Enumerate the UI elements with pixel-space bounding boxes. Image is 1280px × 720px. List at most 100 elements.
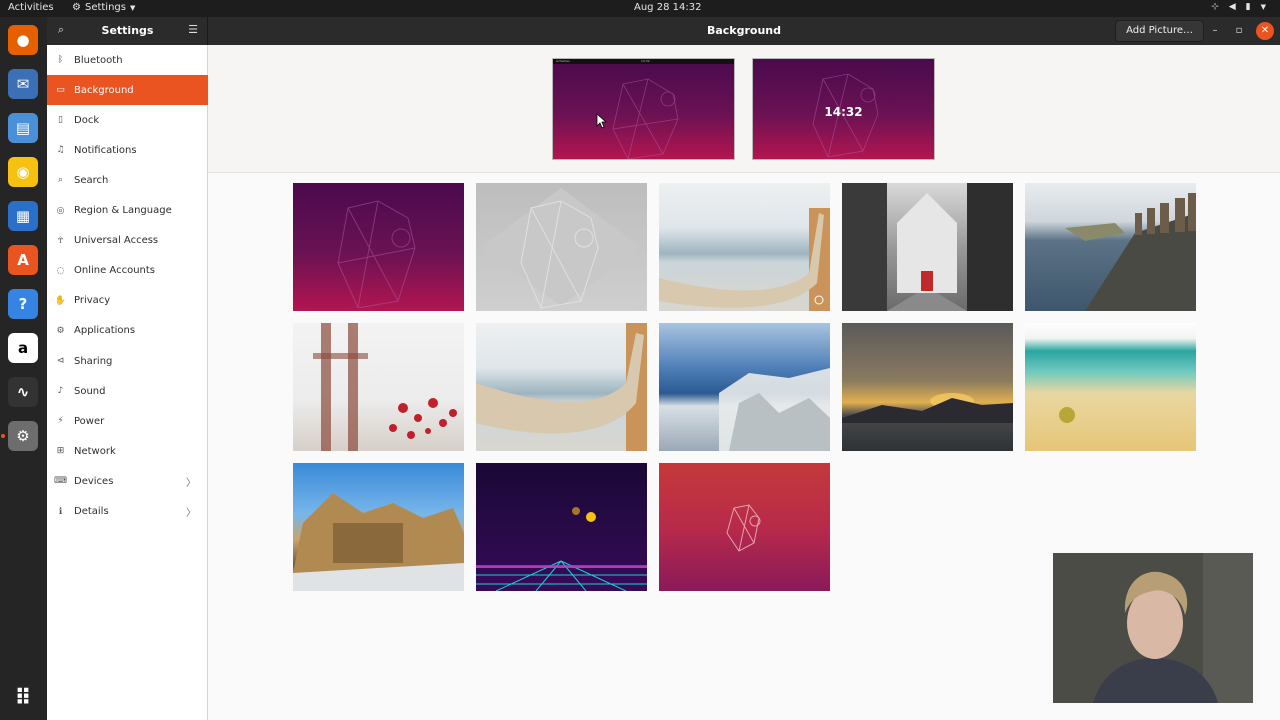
sidebar-item-label: Notifications [74,144,137,156]
amazon-icon[interactable]: a [8,333,38,363]
app-menu[interactable]: ⚙ Settings ▼ [72,2,135,13]
minimize-icon[interactable]: – [1206,22,1224,40]
wallpaper-ubuntu-purple[interactable] [293,183,464,311]
sidebar-item-icon: ⌨ [54,476,67,487]
preview-area: Activities 14:32 14:32 [208,45,1280,173]
wallpaper-retro-grid[interactable] [476,463,647,591]
chevron-down-icon: ▼ [129,3,136,12]
sidebar-item-icon: ℹ [58,506,63,517]
ubuntu-mascot-graphic [612,78,679,159]
sidebar-item-applications[interactable]: ⚙ Applications [47,316,208,346]
sidebar-item-icon: ⚙ [56,325,65,336]
sunset-graphic [842,393,1013,423]
sidebar-item-label: Details [74,506,109,517]
sidebar-item-icon: ◎ [56,205,65,216]
wallpaper-dean-village[interactable] [293,463,464,591]
sidebar-item-icon: ⊞ [56,446,65,457]
hamburger-menu-icon[interactable]: ☰ [185,23,201,39]
person-image [1053,553,1253,703]
church-graphic [842,183,1013,311]
sidebar-item-power[interactable]: ⚡ Power [47,406,208,436]
sidebar-item-network[interactable]: ⊞ Network [47,436,208,466]
sidebar-item-bluetooth[interactable]: ᛒ Bluetooth [47,45,208,75]
sidebar-item-privacy[interactable]: ✋ Privacy [47,286,208,316]
network-icon: ⊹ [1211,2,1219,12]
mouse-cursor-icon [596,113,608,129]
webcam-overlay [1053,553,1253,703]
sidebar-item-icon: ☥ [57,235,64,246]
wallpaper-beach-ball[interactable] [1025,323,1196,451]
firefox-icon[interactable]: ● [8,25,38,55]
rope-graphic [476,323,647,451]
gear-icon: ⚙ [72,2,81,13]
ubuntu-mascot-graphic [481,188,641,309]
wallpaper-ice-rocks[interactable] [659,323,830,451]
lock-screen-preview[interactable]: 14:32 [752,58,935,160]
software-icon[interactable]: A [8,245,38,275]
sidebar-item-icon: ⚡ [57,416,64,427]
bridge-flowers-graphic [313,323,457,451]
sidebar-item-label: Network [74,445,116,457]
sidebar-item-region-language[interactable]: ◎ Region & Language [47,196,208,226]
sidebar-item-notifications[interactable]: ♫ Notifications [47,135,208,165]
thunderbird-icon[interactable]: ✉ [8,69,38,99]
system-tray[interactable]: ⊹ ◀ ▮ ▼ [1211,2,1266,12]
add-picture-button[interactable]: Add Picture… [1115,20,1204,42]
sidebar-item-label: Privacy [74,295,111,307]
battery-icon: ▮ [1245,2,1251,12]
writer-icon[interactable]: ▦ [8,201,38,231]
sidebar-item-sharing[interactable]: ⊲ Sharing [47,346,208,376]
header-bar: ⌕ Settings ☰ Background Add Picture… – ▫… [47,17,1280,45]
sidebar-item-label: Power [74,415,105,427]
background-panel: Activities 14:32 14:32 [208,45,1280,720]
settings-icon[interactable]: ⚙ [8,421,38,451]
sidebar-item-icon: ◌ [56,265,65,276]
sidebar-item-icon: ♫ [56,145,65,156]
wallpaper-ubuntu-gray[interactable] [476,183,647,311]
sidebar-item-label: Sharing [74,355,113,367]
sidebar-item-devices[interactable]: ⌨ Devices 〉 [47,466,208,496]
rhythmbox-icon[interactable]: ◉ [8,157,38,187]
sidebar-item-sound[interactable]: ♪ Sound [47,376,208,406]
files-icon[interactable]: ▤ [8,113,38,143]
sidebar-item-icon: ⌕ [57,175,64,186]
beach-ball-graphic [1059,407,1075,423]
sidebar-item-label: Sound [74,385,106,397]
sidebar-item-label: Universal Access [74,235,159,247]
sidebar-item-icon: ᛒ [57,55,64,65]
app-menu-label: Settings [84,2,126,13]
ice-rocks-graphic [719,368,830,451]
sidebar-item-universal-access[interactable]: ☥ Universal Access [47,226,208,256]
sidebar-item-label: Dock [74,114,100,126]
sidebar-item-icon: ▭ [56,85,65,96]
system-monitor-icon[interactable]: ∿ [8,377,38,407]
wallpaper-pier[interactable] [1025,183,1196,311]
sidebar-item-details[interactable]: ℹ Details 〉 [47,497,208,527]
maximize-icon[interactable]: ▫ [1230,22,1248,40]
running-indicator [1,434,5,438]
dock: ● ✉ ▤ ◉ ▦ A? a ∿ ⚙ ⠿ [0,17,47,720]
sidebar-item-online-accounts[interactable]: ◌ Online Accounts [47,256,208,286]
clock[interactable]: Aug 28 14:32 [634,2,701,13]
wallpaper-sunset-lake[interactable] [842,323,1013,451]
pier-graphic [1065,193,1196,311]
activities-button[interactable]: Activities [8,2,54,13]
desktop-background-preview[interactable]: Activities 14:32 [552,58,735,160]
close-icon[interactable]: ✕ [1256,22,1274,40]
sidebar-item-background[interactable]: ▭ Background [47,75,208,106]
sidebar-item-dock[interactable]: ▯ Dock [47,105,208,135]
wallpaper-ubuntu-red[interactable] [659,463,830,591]
ubuntu-mascot-graphic [337,200,416,309]
help-icon[interactable]: ? [8,289,38,319]
chevron-right-icon: 〉 [186,508,196,519]
sidebar-item-label: Devices [74,475,114,487]
sidebar-item-label: Background [74,84,134,96]
wallpaper-church-street[interactable] [842,183,1013,311]
sidebar-item-search[interactable]: ⌕ Search [47,165,208,195]
wallpaper-rope-beach[interactable] [659,183,830,311]
volume-icon: ◀ [1228,2,1236,12]
show-applications-icon[interactable]: ⠿ [8,683,38,713]
wallpaper-golden-gate-flowers[interactable] [293,323,464,451]
wallpaper-rope-beach-alt[interactable] [476,323,647,451]
sidebar-item-label: Search [74,174,109,186]
